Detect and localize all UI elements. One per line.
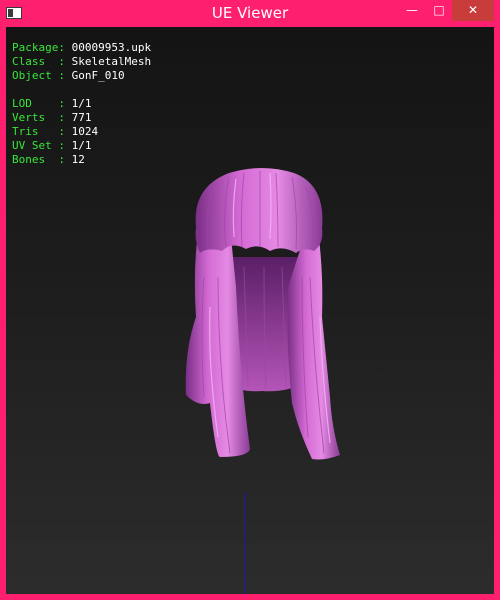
lod-row: LOD : 1/1 (12, 97, 151, 111)
close-icon: ✕ (467, 3, 479, 17)
bones-label: Bones : (12, 153, 65, 166)
maximize-icon: □ (433, 3, 445, 17)
tris-row: Tris : 1024 (12, 125, 151, 139)
hair-crown (195, 168, 323, 253)
package-value: 00009953.upk (71, 41, 152, 54)
verts-label: Verts : (12, 111, 65, 124)
object-row: Object : GonF_010 (12, 69, 151, 83)
verts-row: Verts : 771 (12, 111, 151, 125)
minimize-icon: — (406, 3, 418, 17)
app-window: UE Viewer — □ ✕ Package: 00009953.upk Cl… (0, 0, 500, 600)
uvset-value: 1/1 (71, 139, 92, 152)
verts-value: 771 (71, 111, 92, 124)
uvset-row: UV Set : 1/1 (12, 139, 151, 153)
class-label: Class : (12, 55, 65, 68)
class-value: SkeletalMesh (71, 55, 152, 68)
mesh-info-overlay: Package: 00009953.upk Class : SkeletalMe… (12, 41, 151, 167)
3d-viewport[interactable]: Package: 00009953.upk Class : SkeletalMe… (6, 27, 494, 594)
package-row: Package: 00009953.upk (12, 41, 151, 55)
package-label: Package: (12, 41, 65, 54)
lod-value: 1/1 (71, 97, 92, 110)
maximize-button[interactable]: □ (426, 0, 452, 21)
hair-mesh-model[interactable] (174, 167, 344, 467)
object-label: Object : (12, 69, 65, 82)
tris-value: 1024 (71, 125, 99, 138)
minimize-button[interactable]: — (398, 0, 426, 21)
lod-label: LOD : (12, 97, 65, 110)
tris-label: Tris : (12, 125, 65, 138)
uvset-label: UV Set : (12, 139, 65, 152)
title-bar[interactable]: UE Viewer — □ ✕ (0, 0, 500, 27)
z-axis-line (244, 493, 245, 594)
object-value: GonF_010 (71, 69, 125, 82)
bones-row: Bones : 12 (12, 153, 151, 167)
class-row: Class : SkeletalMesh (12, 55, 151, 69)
close-button[interactable]: ✕ (452, 0, 494, 21)
bones-value: 12 (71, 153, 85, 166)
